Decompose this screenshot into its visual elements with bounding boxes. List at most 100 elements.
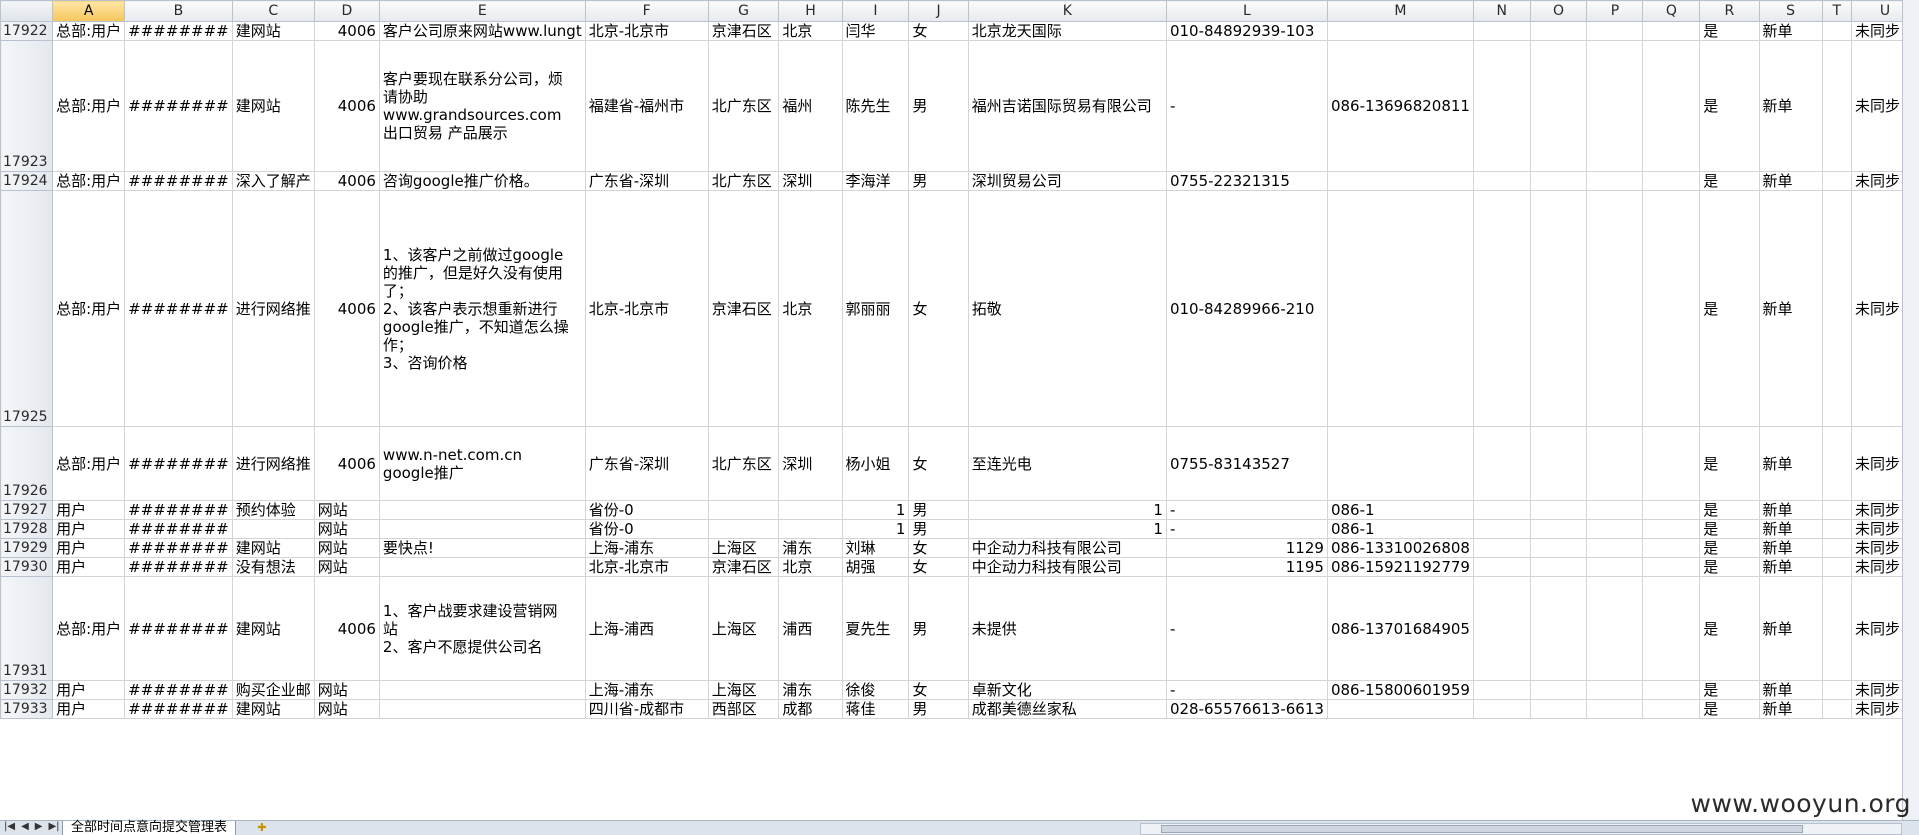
- cell-O17928[interactable]: [1529, 519, 1588, 539]
- cell-B17922[interactable]: ########: [124, 21, 233, 41]
- row-header[interactable]: 17926: [0, 426, 54, 501]
- cell-T17926[interactable]: [1821, 426, 1852, 501]
- cell-F17933[interactable]: 四川省-成都市: [584, 699, 709, 719]
- cell-Q17931[interactable]: [1642, 576, 1701, 681]
- column-header-N[interactable]: N: [1472, 0, 1531, 22]
- cell-N17928[interactable]: [1472, 519, 1531, 539]
- cell-G17922[interactable]: 京津石区: [707, 21, 780, 41]
- cell-D17925[interactable]: 4006: [313, 190, 380, 427]
- cell-K17925[interactable]: 拓敬: [967, 190, 1167, 427]
- cell-G17929[interactable]: 上海区: [707, 538, 780, 558]
- cell-L17922[interactable]: 010-84892939-103: [1165, 21, 1328, 41]
- cell-C17922[interactable]: 建网站: [231, 21, 315, 41]
- cell-L17932[interactable]: -: [1165, 680, 1328, 700]
- cell-L17933[interactable]: 028-65576613-6613: [1165, 699, 1328, 719]
- cell-T17923[interactable]: [1821, 40, 1852, 172]
- cell-H17933[interactable]: 成都: [778, 699, 843, 719]
- cell-P17930[interactable]: [1586, 557, 1644, 577]
- cell-L17926[interactable]: 0755-83143527: [1165, 426, 1328, 501]
- cell-B17929[interactable]: ########: [124, 538, 233, 558]
- cell-P17932[interactable]: [1586, 680, 1644, 700]
- column-header-E[interactable]: E: [378, 0, 586, 22]
- row-header[interactable]: 17925: [0, 190, 54, 427]
- cell-H17928[interactable]: [778, 519, 843, 539]
- cell-T17924[interactable]: [1821, 171, 1852, 191]
- cell-R17932[interactable]: 是: [1699, 680, 1760, 700]
- cell-R17923[interactable]: 是: [1699, 40, 1760, 172]
- cell-K17931[interactable]: 未提供: [967, 576, 1167, 681]
- cell-B17925[interactable]: ########: [124, 190, 233, 427]
- cell-I17926[interactable]: 杨小姐: [841, 426, 910, 501]
- cell-R17925[interactable]: 是: [1699, 190, 1760, 427]
- last-sheet-icon[interactable]: ▶|: [48, 821, 59, 835]
- cell-B17933[interactable]: ########: [124, 699, 233, 719]
- cell-M17930[interactable]: 086-15921192779: [1326, 557, 1474, 577]
- cell-Q17923[interactable]: [1642, 40, 1701, 172]
- cell-N17925[interactable]: [1472, 190, 1531, 427]
- cell-G17933[interactable]: 西部区: [707, 699, 780, 719]
- cell-I17933[interactable]: 蒋佳: [841, 699, 910, 719]
- cell-D17927[interactable]: 网站: [313, 500, 380, 520]
- cell-J17926[interactable]: 女: [908, 426, 969, 501]
- row-header[interactable]: 17929: [0, 538, 54, 558]
- cell-R17924[interactable]: 是: [1699, 171, 1760, 191]
- column-header-F[interactable]: F: [584, 0, 709, 22]
- cell-L17923[interactable]: -: [1165, 40, 1328, 172]
- cell-I17923[interactable]: 陈先生: [841, 40, 910, 172]
- cell-C17928[interactable]: [231, 519, 315, 539]
- column-header-S[interactable]: S: [1758, 0, 1823, 22]
- cell-O17922[interactable]: [1529, 21, 1588, 41]
- cell-J17928[interactable]: 男: [908, 519, 969, 539]
- cell-C17925[interactable]: 进行网络推: [231, 190, 315, 427]
- cell-R17930[interactable]: 是: [1699, 557, 1760, 577]
- cell-E17924[interactable]: 咨询google推广价格。: [378, 171, 586, 191]
- prev-sheet-icon[interactable]: ◀: [21, 821, 29, 835]
- cell-F17928[interactable]: 省份-0: [584, 519, 709, 539]
- cell-A17923[interactable]: 总部:用户: [52, 40, 126, 172]
- cell-L17929[interactable]: 1129: [1165, 538, 1328, 558]
- cell-H17930[interactable]: 北京: [778, 557, 843, 577]
- cell-Q17933[interactable]: [1642, 699, 1701, 719]
- cell-C17932[interactable]: 购买企业邮: [231, 680, 315, 700]
- cell-D17926[interactable]: 4006: [313, 426, 380, 501]
- cell-F17932[interactable]: 上海-浦东: [584, 680, 709, 700]
- cell-H17929[interactable]: 浦东: [778, 538, 843, 558]
- cell-M17932[interactable]: 086-15800601959: [1326, 680, 1474, 700]
- cell-S17933[interactable]: 新单: [1758, 699, 1823, 719]
- cell-E17926[interactable]: www.n-net.com.cn google推广: [378, 426, 586, 501]
- column-header-B[interactable]: B: [124, 0, 233, 22]
- cell-F17927[interactable]: 省份-0: [584, 500, 709, 520]
- row-header[interactable]: 17923: [0, 40, 54, 172]
- cell-E17933[interactable]: [378, 699, 586, 719]
- vertical-scrollbar[interactable]: [1902, 0, 1919, 820]
- cell-G17930[interactable]: 京津石区: [707, 557, 780, 577]
- cell-C17923[interactable]: 建网站: [231, 40, 315, 172]
- cell-A17931[interactable]: 总部:用户: [52, 576, 126, 681]
- cell-H17927[interactable]: [778, 500, 843, 520]
- cell-R17929[interactable]: 是: [1699, 538, 1760, 558]
- cell-T17930[interactable]: [1821, 557, 1852, 577]
- cell-J17927[interactable]: 男: [908, 500, 969, 520]
- row-header[interactable]: 17932: [0, 680, 54, 700]
- cell-K17924[interactable]: 深圳贸易公司: [967, 171, 1167, 191]
- cell-E17925[interactable]: 1、该客户之前做过google 的推广，但是好久没有使用 了； 2、该客户表示想…: [378, 190, 586, 427]
- cell-P17926[interactable]: [1586, 426, 1644, 501]
- cell-J17931[interactable]: 男: [908, 576, 969, 681]
- cell-A17926[interactable]: 总部:用户: [52, 426, 126, 501]
- cell-P17931[interactable]: [1586, 576, 1644, 681]
- column-header-G[interactable]: G: [707, 0, 780, 22]
- column-header-L[interactable]: L: [1165, 0, 1328, 22]
- cell-D17928[interactable]: 网站: [313, 519, 380, 539]
- cell-M17924[interactable]: [1326, 171, 1474, 191]
- cell-I17929[interactable]: 刘琳: [841, 538, 910, 558]
- first-sheet-icon[interactable]: |◀: [4, 821, 15, 835]
- cell-S17929[interactable]: 新单: [1758, 538, 1823, 558]
- column-header-C[interactable]: C: [231, 0, 315, 22]
- cell-A17930[interactable]: 用户: [52, 557, 126, 577]
- cell-D17929[interactable]: 网站: [313, 538, 380, 558]
- cell-S17930[interactable]: 新单: [1758, 557, 1823, 577]
- row-header[interactable]: 17930: [0, 557, 54, 577]
- cell-S17927[interactable]: 新单: [1758, 500, 1823, 520]
- cell-F17925[interactable]: 北京-北京市: [584, 190, 709, 427]
- cell-S17924[interactable]: 新单: [1758, 171, 1823, 191]
